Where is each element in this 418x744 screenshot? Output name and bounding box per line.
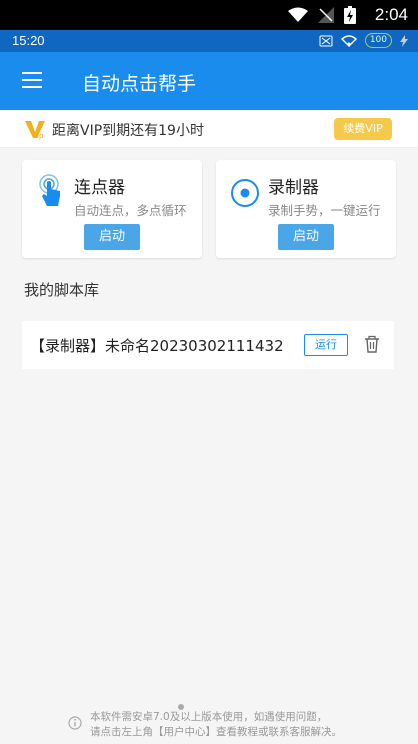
script-library-title: 我的脚本库 [24,281,100,299]
vip-logo-icon: ip [25,121,45,140]
status-icons: 100 [319,33,408,48]
script-list-item[interactable]: 【录制器】未命名20230302111432 运行 [22,321,394,369]
auto-clicker-card: 连点器 自动连点，多点循环 启动 [22,160,202,258]
battery-charging-icon [344,6,356,24]
auto-clicker-desc: 自动连点，多点循环 [74,203,187,218]
wifi-icon [288,7,308,22]
renew-vip-button[interactable]: 续费VIP [334,118,392,140]
system-icons [288,6,356,24]
charging-bolt-icon [400,34,408,47]
status-time: 15:20 [12,33,45,48]
hamburger-menu-icon[interactable] [22,72,42,88]
info-icon [68,716,82,730]
tap-hand-icon [39,174,60,206]
footer-line-2: 请点击左上角【用户中心】查看教程或联系客服解决。 [90,726,342,738]
system-clock: 2:04 [374,5,408,24]
system-status-bar: 2:04 [0,0,418,30]
app-title: 自动点击帮手 [82,73,197,95]
auto-clicker-title: 连点器 [74,178,125,198]
svg-text:ip: ip [37,132,44,140]
sim-off-icon [319,35,333,46]
recorder-card: 录制器 录制手势，一键运行 启动 [216,160,396,258]
wifi-icon [340,34,357,47]
no-signal-icon [318,7,334,23]
footer-line-1: 本软件需安卓7.0及以上版本使用，如遇使用问题， [90,711,328,723]
recorder-title: 录制器 [268,178,319,198]
start-auto-clicker-button[interactable]: 启动 [84,224,140,250]
trash-icon[interactable] [364,335,380,353]
app-toolbar: 自动点击帮手 [0,52,418,110]
start-recorder-button[interactable]: 启动 [278,224,334,250]
vip-expiry-text: 距离VIP到期还有19小时 [52,123,204,139]
script-name: 【录制器】未命名20230302111432 [30,337,284,355]
app-status-bar: 15:20 100 [0,30,418,52]
recorder-desc: 录制手势，一键运行 [268,203,381,218]
vip-banner: ip 距离VIP到期还有19小时 续费VIP [0,110,418,148]
run-script-button[interactable]: 运行 [304,334,348,356]
battery-level: 100 [364,33,392,48]
record-icon [231,179,259,207]
